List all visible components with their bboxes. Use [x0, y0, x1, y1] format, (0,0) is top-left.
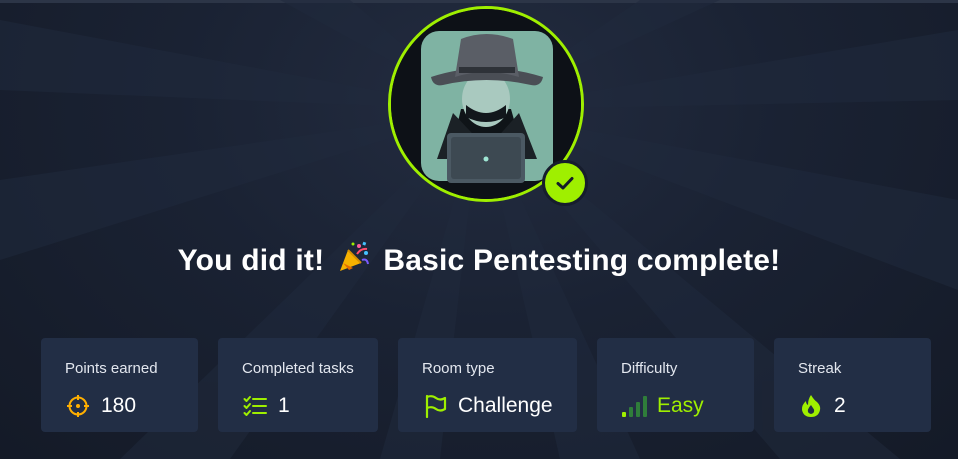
room-type-card: Room type Challenge — [398, 338, 577, 432]
points-earned-value: 180 — [101, 394, 137, 417]
flame-icon — [798, 393, 824, 419]
headline-text-end: Basic Pentesting complete! — [383, 244, 781, 277]
headline-text-start: You did it! — [177, 244, 325, 277]
streak-value: 2 — [834, 394, 846, 417]
party-popper-icon — [337, 240, 371, 282]
completion-screen: You did it! Basic Pentesting complete! P… — [0, 0, 958, 459]
completed-badge — [542, 160, 588, 206]
signal-bars-icon — [621, 393, 647, 419]
room-type-label: Room type — [422, 360, 495, 377]
checkmark-icon — [556, 177, 574, 190]
completed-tasks-card: Completed tasks 1 — [218, 338, 378, 432]
difficulty-value: Easy — [657, 394, 704, 417]
target-icon — [65, 393, 91, 419]
completed-tasks-label: Completed tasks — [242, 360, 354, 377]
checklist-icon — [242, 393, 268, 419]
points-earned-label: Points earned — [65, 360, 158, 377]
streak-card: Streak 2 — [774, 338, 931, 432]
avatar — [388, 6, 588, 206]
streak-label: Streak — [798, 360, 842, 377]
completion-headline: You did it! Basic Pentesting complete! — [0, 240, 958, 282]
completed-tasks-value: 1 — [278, 394, 290, 417]
difficulty-label: Difficulty — [621, 360, 678, 377]
flag-icon — [422, 393, 448, 419]
difficulty-card: Difficulty Easy — [597, 338, 754, 432]
points-earned-card: Points earned 180 — [41, 338, 198, 432]
room-type-value: Challenge — [458, 394, 553, 417]
